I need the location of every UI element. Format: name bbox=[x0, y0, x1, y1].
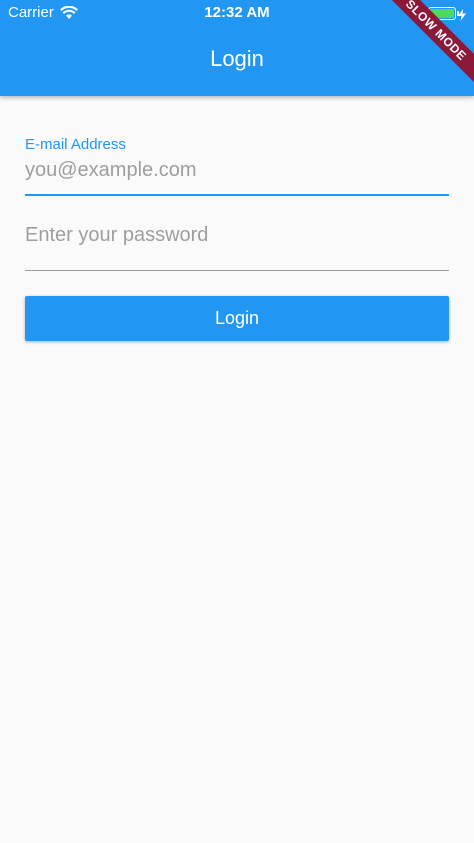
email-label: E-mail Address bbox=[25, 136, 126, 153]
login-button[interactable]: Login bbox=[25, 296, 449, 341]
bolt-icon bbox=[458, 8, 466, 21]
password-field[interactable] bbox=[25, 220, 449, 250]
app-bar: Carrier 12:32 AM Login SLOW MODE bbox=[0, 0, 474, 96]
password-underline bbox=[25, 270, 449, 271]
password-field-container bbox=[25, 198, 449, 272]
login-form: E-mail Address Login bbox=[25, 96, 449, 341]
email-field-container: E-mail Address bbox=[25, 96, 449, 198]
email-field[interactable] bbox=[25, 156, 449, 184]
page-title: Login bbox=[210, 46, 264, 71]
email-underline bbox=[25, 194, 449, 196]
